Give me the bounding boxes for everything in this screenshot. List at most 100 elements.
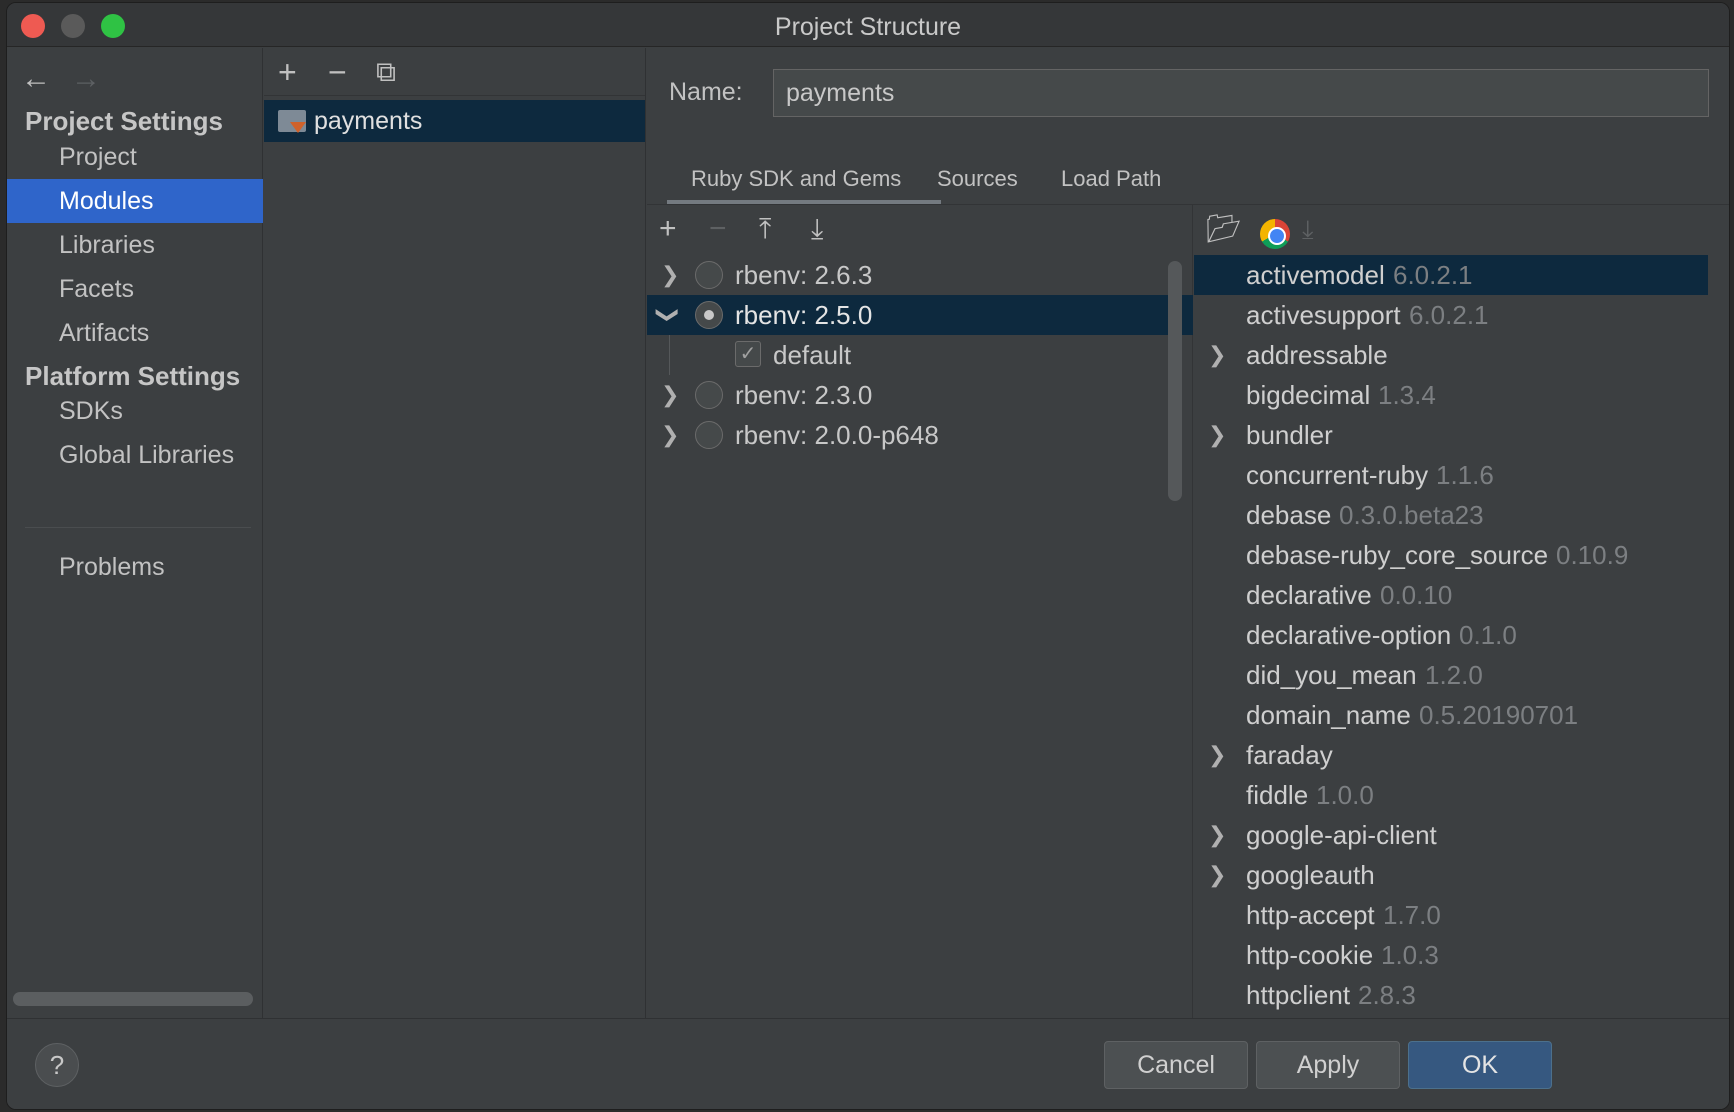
tab-sources[interactable]: Sources <box>937 166 1018 192</box>
gem-version: 1.7.0 <box>1383 900 1441 930</box>
chevron-right-icon[interactable]: ❯ <box>1208 855 1226 895</box>
gem-row[interactable]: debase-ruby_core_source 0.10.9 <box>1194 535 1708 575</box>
help-button[interactable]: ? <box>35 1043 79 1087</box>
gem-name: googleauth <box>1246 860 1375 890</box>
settings-sidebar: ← → Project Settings Project Modules Lib… <box>7 48 263 1018</box>
download-icon[interactable]: ⤓ <box>1302 211 1314 247</box>
gem-row[interactable]: ❯ googleauth <box>1194 855 1708 895</box>
chevron-right-icon[interactable]: ❯ <box>661 415 679 455</box>
gem-row[interactable]: http-cookie 1.0.3 <box>1194 935 1708 975</box>
gem-row[interactable]: activesupport 6.0.2.1 <box>1194 295 1708 335</box>
sidebar-item-global-libraries[interactable]: Global Libraries <box>7 433 263 477</box>
sidebar-item-problems[interactable]: Problems <box>7 545 263 589</box>
sdk-item[interactable]: ❯ rbenv: 2.6.3 <box>647 255 1193 295</box>
gem-version: 1.2.0 <box>1425 660 1483 690</box>
sdk-item[interactable]: ❯ rbenv: 2.3.0 <box>647 375 1193 415</box>
gems-pane: 📂︎ ⤓ activemodel 6.0.2.1 activesupport 6.0.… <box>1194 205 1729 1018</box>
sdk-radio[interactable] <box>695 381 723 409</box>
remove-module-icon[interactable]: − <box>328 54 347 90</box>
collapse-all-icon[interactable]: ⤓ <box>811 211 823 247</box>
module-name-input[interactable] <box>773 69 1709 117</box>
module-item-payments[interactable]: payments <box>264 100 645 142</box>
chrome-icon[interactable] <box>1260 219 1290 249</box>
chevron-right-icon[interactable]: ❯ <box>1208 415 1226 455</box>
gem-version: 0.0.10 <box>1380 580 1453 610</box>
gem-version: 2.8.3 <box>1358 980 1416 1010</box>
gem-row[interactable]: domain_name 0.5.20190701 <box>1194 695 1708 735</box>
gem-row[interactable]: ❯ faraday <box>1194 735 1708 775</box>
gem-row[interactable]: did_you_mean 1.2.0 <box>1194 655 1708 695</box>
sdk-child-item[interactable]: ✓ default <box>647 335 1193 375</box>
default-checkbox[interactable]: ✓ <box>735 341 761 367</box>
sidebar-item-artifacts[interactable]: Artifacts <box>7 311 263 355</box>
gem-version: 0.3.0.beta23 <box>1339 500 1484 530</box>
gem-row[interactable]: ❯ google-api-client <box>1194 815 1708 855</box>
name-label: Name: <box>669 78 743 106</box>
tab-load-path[interactable]: Load Path <box>1061 166 1161 192</box>
back-arrow-icon[interactable]: ← <box>21 62 51 96</box>
gem-row[interactable]: fiddle 1.0.0 <box>1194 775 1708 815</box>
sidebar-horizontal-scrollbar[interactable] <box>13 992 253 1006</box>
sdk-item[interactable]: ❯ rbenv: 2.0.0-p648 <box>647 415 1193 455</box>
gem-version: 6.0.2.1 <box>1393 260 1473 290</box>
chevron-right-icon[interactable]: ❯ <box>661 375 679 415</box>
gem-row[interactable]: declarative 0.0.10 <box>1194 575 1708 615</box>
gem-row[interactable]: httpclient 2.8.3 <box>1194 975 1708 1015</box>
cancel-button[interactable]: Cancel <box>1104 1041 1248 1089</box>
sidebar-item-sdks[interactable]: SDKs <box>7 389 263 433</box>
gem-row[interactable]: ❯ bundler <box>1194 415 1708 455</box>
gem-row[interactable]: activemodel 6.0.2.1 <box>1194 255 1708 295</box>
module-folder-icon <box>278 110 306 133</box>
add-module-icon[interactable]: + <box>278 54 297 90</box>
copy-module-icon[interactable]: ⧉ <box>376 54 396 90</box>
chevron-right-icon[interactable]: ❯ <box>1208 815 1226 855</box>
tab-ruby-sdk-and-gems[interactable]: Ruby SDK and Gems <box>691 166 901 192</box>
gem-row[interactable]: bigdecimal 1.3.4 <box>1194 375 1708 415</box>
gem-name: concurrent-ruby <box>1246 460 1429 490</box>
chevron-right-icon[interactable]: ❯ <box>1208 335 1226 375</box>
gem-version: 0.1.0 <box>1459 620 1517 650</box>
gem-row[interactable]: http-accept 1.7.0 <box>1194 895 1708 935</box>
gem-name: google-api-client <box>1246 820 1437 850</box>
chevron-right-icon[interactable]: ❯ <box>661 255 679 295</box>
chevron-down-icon[interactable]: ❯ <box>648 306 688 324</box>
gem-name: activemodel <box>1246 260 1385 290</box>
add-sdk-icon[interactable]: + <box>659 211 677 247</box>
gem-row[interactable]: ❯ addressable <box>1194 335 1708 375</box>
gem-name: declarative <box>1246 580 1372 610</box>
sidebar-item-libraries[interactable]: Libraries <box>7 223 263 267</box>
chevron-right-icon[interactable]: ❯ <box>1208 735 1226 775</box>
gem-row[interactable]: declarative-option 0.1.0 <box>1194 615 1708 655</box>
sidebar-item-facets[interactable]: Facets <box>7 267 263 311</box>
sidebar-item-project[interactable]: Project <box>7 135 263 179</box>
apply-button[interactable]: Apply <box>1256 1041 1400 1089</box>
sidebar-item-modules[interactable]: Modules <box>7 179 263 223</box>
sdk-radio[interactable] <box>695 421 723 449</box>
forward-arrow-icon[interactable]: → <box>71 62 101 96</box>
ok-button[interactable]: OK <box>1408 1041 1552 1089</box>
platform-settings-heading: Platform Settings <box>25 361 241 391</box>
sdk-label: rbenv: 2.3.0 <box>735 380 873 410</box>
gems-vertical-scrollbar[interactable] <box>1168 261 1182 501</box>
module-detail-panel: Name: Ruby SDK and Gems Sources Load Pat… <box>647 48 1729 1018</box>
gem-version: 1.1.6 <box>1436 460 1494 490</box>
sdk-radio-selected[interactable] <box>695 301 723 329</box>
sidebar-divider <box>25 527 251 528</box>
module-item-label: payments <box>314 107 423 135</box>
gem-row[interactable]: debase 0.3.0.beta23 <box>1194 495 1708 535</box>
tree-connector-line <box>669 335 670 375</box>
sdk-item-selected[interactable]: ❯ rbenv: 2.5.0 <box>647 295 1193 335</box>
gem-name: httpclient <box>1246 980 1351 1010</box>
dialog-footer: ? Cancel Apply OK <box>7 1018 1729 1109</box>
remove-sdk-icon[interactable]: − <box>709 211 727 247</box>
gem-name: debase <box>1246 500 1332 530</box>
gem-name: activesupport <box>1246 300 1401 330</box>
expand-all-icon[interactable]: ⤒ <box>759 211 771 247</box>
folder-open-icon[interactable]: 📂︎ <box>1206 211 1242 247</box>
gem-name: debase-ruby_core_source <box>1246 540 1549 570</box>
title-bar: Project Structure <box>7 3 1729 47</box>
gem-row[interactable]: concurrent-ruby 1.1.6 <box>1194 455 1708 495</box>
sdk-label: rbenv: 2.5.0 <box>735 300 873 330</box>
gem-version: 1.0.0 <box>1316 780 1374 810</box>
sdk-radio[interactable] <box>695 261 723 289</box>
